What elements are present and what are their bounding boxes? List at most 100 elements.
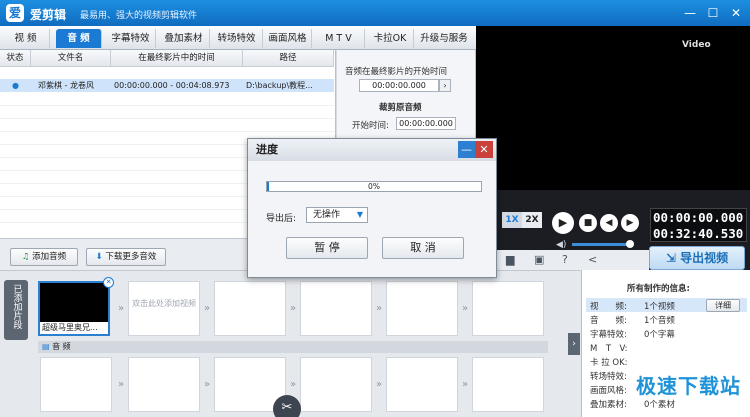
empty-slot[interactable]: [300, 357, 372, 412]
progress-bar: 0%: [266, 181, 482, 192]
clip-start-input[interactable]: 00:00:00.000: [396, 117, 456, 130]
total-time: 00:32:40.530: [653, 226, 744, 241]
added-clips-tab[interactable]: 已添加片段: [4, 280, 28, 340]
chevron-right-icon: »: [203, 379, 211, 390]
info-label: 卡 拉 OK:: [590, 358, 628, 368]
collapse-panel-icon[interactable]: ›: [568, 333, 580, 355]
time-display: 00:00:00.000 00:32:40.530: [650, 208, 747, 242]
download-icon: ⬇: [95, 252, 103, 262]
cancel-button[interactable]: 取 消: [382, 237, 464, 259]
music-add-icon: ♫: [21, 252, 30, 262]
detail-button[interactable]: 详细: [706, 299, 740, 312]
tab-video[interactable]: 视 频: [2, 29, 50, 48]
maximize-button[interactable]: ☐: [705, 5, 721, 21]
after-export-value: 无操作: [313, 210, 341, 220]
empty-slot[interactable]: [472, 357, 544, 412]
empty-slot[interactable]: [386, 357, 458, 412]
clip-start-label: 开始时间:: [352, 121, 389, 131]
app-name: 爱剪辑: [30, 8, 67, 22]
remove-clip-icon[interactable]: ✕: [103, 277, 114, 288]
col-path[interactable]: 路径: [243, 50, 334, 67]
save-icon[interactable]: ▣: [534, 253, 544, 266]
play-icon[interactable]: ▶: [552, 212, 574, 234]
video-watermark: Video: [682, 40, 711, 50]
empty-slot[interactable]: [214, 281, 286, 336]
download-effects-label: 下载更多音效: [105, 252, 157, 262]
tab-audio[interactable]: 音 频: [56, 29, 102, 48]
progress-text: 0%: [368, 182, 380, 191]
tab-upgrade[interactable]: 升级与服务: [415, 29, 473, 48]
empty-slot[interactable]: [472, 281, 544, 336]
scissors-icon[interactable]: ✂: [273, 395, 301, 417]
title-bar: 爱 爱剪辑 最易用、强大的视频剪辑软件 — ☐ ✕: [0, 0, 750, 26]
row-path: D:\backup\教程...: [246, 81, 313, 90]
chevron-down-icon: ▼: [356, 210, 363, 219]
info-label: 画面风格:: [590, 386, 627, 396]
tab-karaoke[interactable]: 卡拉OK: [367, 29, 414, 48]
quick-toolbar: ▆ ▣ ? <: [476, 250, 649, 270]
chevron-right-icon: »: [375, 379, 383, 390]
divider: [0, 131, 334, 132]
tab-overlay[interactable]: 叠加素材: [158, 29, 210, 48]
tab-transition[interactable]: 转场特效: [211, 29, 263, 48]
add-video-slot[interactable]: 双击此处添加视频: [128, 281, 200, 336]
share-icon[interactable]: <: [588, 253, 597, 266]
main-tabs: 视 频 音 频 字幕特效 叠加素材 转场特效 画面风格 M T V 卡拉OK 升…: [0, 26, 476, 50]
after-export-label: 导出后:: [266, 214, 297, 224]
info-value: 0个字幕: [644, 330, 675, 340]
stop-icon[interactable]: ■: [579, 214, 597, 232]
speed-2x-button[interactable]: 2X: [522, 212, 542, 228]
pause-button[interactable]: 暂 停: [286, 237, 368, 259]
clip-name: 超级马里奥兄...: [40, 322, 108, 334]
divider: [0, 118, 334, 119]
chevron-right-icon: »: [117, 303, 125, 314]
app-logo-icon: 爱: [6, 4, 24, 22]
empty-slot[interactable]: [300, 281, 372, 336]
dialog-minimize-button[interactable]: —: [458, 141, 475, 158]
dialog-close-button[interactable]: ✕: [475, 141, 493, 158]
empty-slot[interactable]: [40, 357, 112, 412]
row-filename: 邓紫棋 - 龙卷风: [38, 81, 94, 90]
chevron-right-icon: »: [289, 379, 297, 390]
help-icon[interactable]: ?: [562, 253, 568, 266]
volume-handle[interactable]: [626, 240, 634, 248]
table-row[interactable]: ● 邓紫棋 - 龙卷风 00:00:00.000 - 00:04:08.973 …: [0, 79, 334, 92]
folder-icon[interactable]: ▆: [506, 253, 514, 266]
chevron-right-icon: »: [375, 303, 383, 314]
col-time[interactable]: 在最终影片中的时间: [111, 50, 243, 67]
close-button[interactable]: ✕: [728, 5, 744, 21]
info-label: M T V:: [590, 344, 628, 354]
speed-1x-button[interactable]: 1X: [502, 212, 522, 228]
divider: [0, 105, 334, 106]
info-label: 叠加素材:: [590, 400, 627, 410]
add-audio-button[interactable]: ♫ 添加音频: [10, 248, 78, 266]
volume-icon[interactable]: ◀): [556, 240, 566, 250]
next-frame-icon[interactable]: ▶: [621, 214, 639, 232]
chevron-right-icon[interactable]: ›: [439, 79, 451, 92]
after-export-select[interactable]: 无操作 ▼: [306, 207, 368, 223]
clip-audio-title: 裁剪原音频: [379, 103, 422, 113]
info-label: 转场特效:: [590, 372, 627, 382]
col-filename[interactable]: 文件名: [31, 50, 111, 67]
info-value: 1个音频: [644, 316, 675, 326]
prev-frame-icon[interactable]: ◀: [600, 214, 618, 232]
video-preview: Video: [476, 26, 750, 190]
download-effects-button[interactable]: ⬇ 下载更多音效: [86, 248, 166, 266]
row-time: 00:00:00.000 - 00:04:08.973: [114, 81, 230, 90]
empty-slot[interactable]: [386, 281, 458, 336]
tab-mtv[interactable]: M T V: [313, 29, 365, 48]
timeline: 超级马里奥兄... ✕ » 双击此处添加视频 » » » » ▤ 音 频 » »…: [0, 270, 581, 417]
tab-subtitle-effects[interactable]: 字幕特效: [106, 29, 156, 48]
chevron-right-icon: »: [289, 303, 297, 314]
export-icon: ⇲: [665, 251, 676, 265]
tab-style[interactable]: 画面风格: [264, 29, 312, 48]
volume-slider[interactable]: [572, 243, 630, 246]
project-info-title: 所有制作的信息:: [627, 284, 690, 294]
clip-thumbnail[interactable]: 超级马里奥兄... ✕: [38, 277, 114, 336]
export-video-button[interactable]: ⇲ 导出视频: [649, 246, 745, 270]
added-clips-label: 已添加片段: [11, 284, 22, 329]
col-status[interactable]: 状态: [0, 50, 31, 67]
empty-slot[interactable]: [128, 357, 200, 412]
minimize-button[interactable]: —: [682, 5, 698, 21]
start-time-input[interactable]: 00:00:00.000: [359, 79, 439, 92]
